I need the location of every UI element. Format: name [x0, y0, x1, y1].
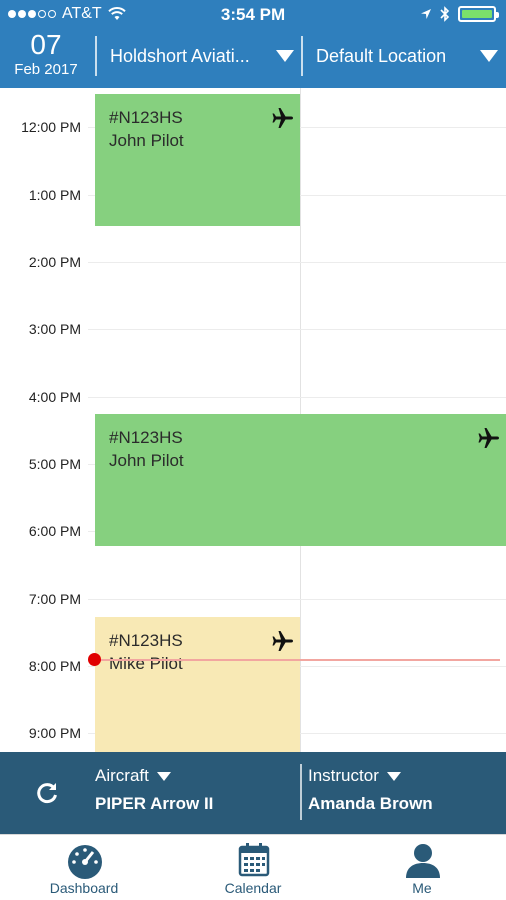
current-time-dot	[88, 653, 101, 666]
aircraft-filter-label: Aircraft	[95, 766, 149, 785]
time-label: 3:00 PM	[28, 321, 81, 337]
time-label: 7:00 PM	[28, 591, 81, 607]
calendar-event[interactable]: #N123HS Mike Pilot	[95, 617, 300, 752]
tab-calendar[interactable]: Calendar	[169, 835, 337, 900]
organization-select-value: Holdshort Aviati...	[110, 46, 250, 66]
hour-line	[88, 599, 506, 600]
tab-label: Dashboard	[49, 880, 119, 896]
event-aircraft-tail: #N123HS	[109, 428, 183, 447]
bluetooth-icon	[440, 6, 450, 22]
chevron-down-icon	[386, 771, 401, 781]
calendar-event[interactable]: #N123HS John Pilot	[95, 414, 506, 546]
header-bar: AT&T 3:54 PM 07 Feb 2017 Holdshort Aviat…	[0, 0, 506, 88]
aircraft-filter[interactable]: Aircraft PIPER Arrow II	[95, 766, 213, 814]
time-label: 6:00 PM	[28, 523, 81, 539]
time-label: 2:00 PM	[28, 254, 81, 270]
time-label: 5:00 PM	[28, 456, 81, 472]
organization-select[interactable]: Holdshort Aviati...	[110, 40, 296, 72]
status-bar: AT&T 3:54 PM	[0, 0, 506, 30]
location-arrow-icon	[421, 9, 431, 19]
event-pilot-name: John Pilot	[109, 131, 184, 150]
tab-bar: Dashboard Calendar Me	[0, 834, 506, 900]
location-select[interactable]: Default Location	[316, 40, 502, 72]
person-icon	[406, 844, 440, 878]
instructor-filter-label: Instructor	[308, 766, 379, 785]
time-label: 1:00 PM	[28, 187, 81, 203]
calendar-day-view[interactable]: 12:00 PM 1:00 PM 2:00 PM 3:00 PM 4:00 PM…	[0, 88, 506, 752]
hour-line	[88, 397, 506, 398]
hour-line	[88, 262, 506, 263]
event-pilot-name: John Pilot	[109, 451, 184, 470]
time-label: 9:00 PM	[28, 725, 81, 741]
calendar-icon	[238, 843, 270, 877]
chevron-down-icon	[480, 50, 498, 62]
instructor-filter-value: Amanda Brown	[308, 794, 433, 813]
filter-divider	[300, 764, 302, 820]
tab-label: Calendar	[224, 880, 282, 896]
chevron-down-icon	[276, 50, 294, 62]
tab-me[interactable]: Me	[338, 835, 506, 900]
event-pilot-name: Mike Pilot	[109, 654, 183, 673]
tab-label: Me	[412, 880, 432, 896]
location-select-value: Default Location	[316, 46, 447, 66]
aircraft-filter-value: PIPER Arrow II	[95, 794, 214, 813]
header-divider	[95, 36, 97, 76]
status-right	[420, 6, 499, 22]
filter-bar: Aircraft PIPER Arrow II Instructor Amand…	[0, 752, 506, 834]
app-screen: AT&T 3:54 PM 07 Feb 2017 Holdshort Aviat…	[0, 0, 506, 900]
battery-icon	[458, 6, 499, 22]
time-label: 12:00 PM	[21, 119, 81, 135]
chevron-down-icon	[156, 771, 171, 781]
airplane-icon	[272, 108, 293, 128]
dashboard-gauge-icon	[68, 845, 102, 879]
hour-line	[88, 329, 506, 330]
time-label: 4:00 PM	[28, 389, 81, 405]
date-month-year: Feb 2017	[14, 61, 78, 78]
header-divider	[301, 36, 303, 76]
date-picker[interactable]: 07 Feb 2017	[0, 30, 92, 88]
date-day: 07	[30, 29, 62, 60]
time-label: 8:00 PM	[28, 658, 81, 674]
calendar-event[interactable]: #N123HS John Pilot	[95, 94, 300, 226]
airplane-icon	[272, 631, 293, 651]
tab-dashboard[interactable]: Dashboard	[0, 835, 168, 900]
refresh-icon[interactable]	[34, 780, 60, 806]
instructor-filter[interactable]: Instructor Amanda Brown	[308, 766, 433, 814]
current-time-line	[94, 659, 500, 661]
airplane-icon	[478, 428, 499, 448]
